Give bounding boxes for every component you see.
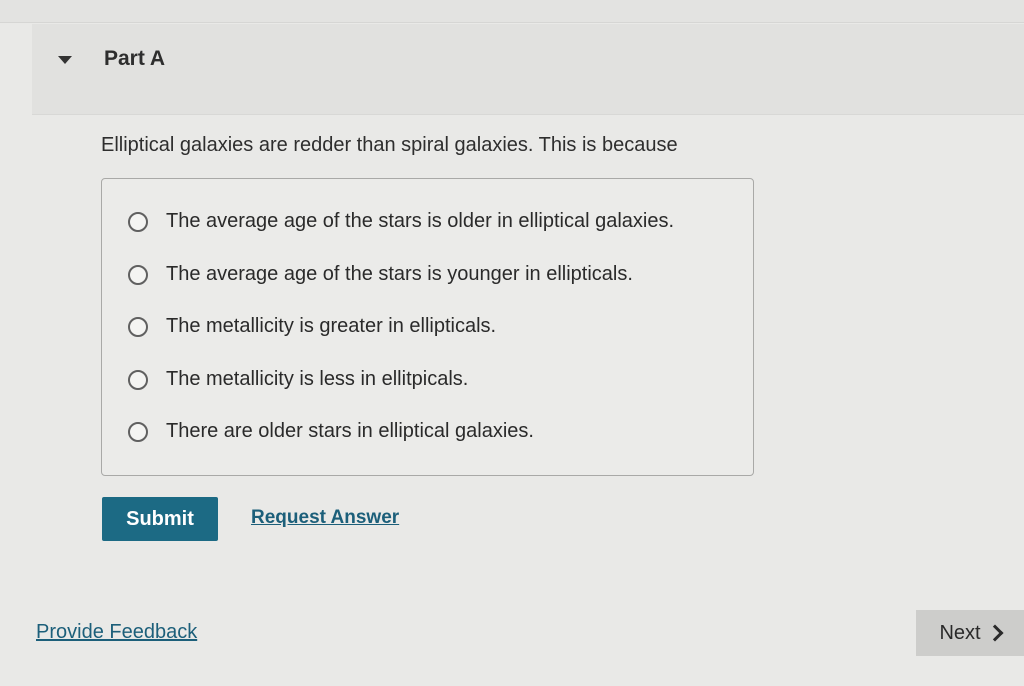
caret-down-icon[interactable] (58, 56, 72, 64)
answer-option-label: The average age of the stars is older in… (166, 210, 675, 232)
answer-option[interactable]: The metallicity is greater in elliptical… (128, 315, 496, 338)
answer-option[interactable]: The average age of the stars is older in… (128, 210, 674, 233)
request-answer-link[interactable]: Request Answer (251, 507, 399, 529)
question-prompt: Elliptical galaxies are redder than spir… (101, 134, 678, 156)
answer-option[interactable]: There are older stars in elliptical gala… (128, 420, 534, 443)
answer-options: The average age of the stars is older in… (101, 178, 754, 476)
radio-button[interactable] (128, 421, 148, 442)
submit-button[interactable]: Submit (102, 497, 218, 541)
provide-feedback-link[interactable]: Provide Feedback (36, 621, 197, 644)
part-title: Part A (104, 47, 166, 70)
answer-option[interactable]: The metallicity is less in ellitpicals. (128, 368, 468, 391)
answer-option-label: The metallicity is greater in elliptical… (166, 315, 497, 337)
part-header[interactable]: Part A (32, 24, 1024, 115)
answer-option-label: The average age of the stars is younger … (166, 263, 633, 285)
answer-option-label: There are older stars in elliptical gala… (166, 420, 534, 442)
top-strip (0, 0, 1024, 23)
next-button[interactable]: Next (916, 610, 1024, 656)
radio-button[interactable] (128, 369, 148, 390)
chevron-right-icon (986, 624, 1004, 642)
radio-button[interactable] (128, 211, 148, 232)
answer-option-label: The metallicity is less in ellitpicals. (166, 368, 469, 390)
next-button-label: Next (939, 621, 981, 644)
radio-button[interactable] (128, 264, 148, 285)
answer-option[interactable]: The average age of the stars is younger … (128, 263, 633, 286)
radio-button[interactable] (128, 316, 148, 337)
